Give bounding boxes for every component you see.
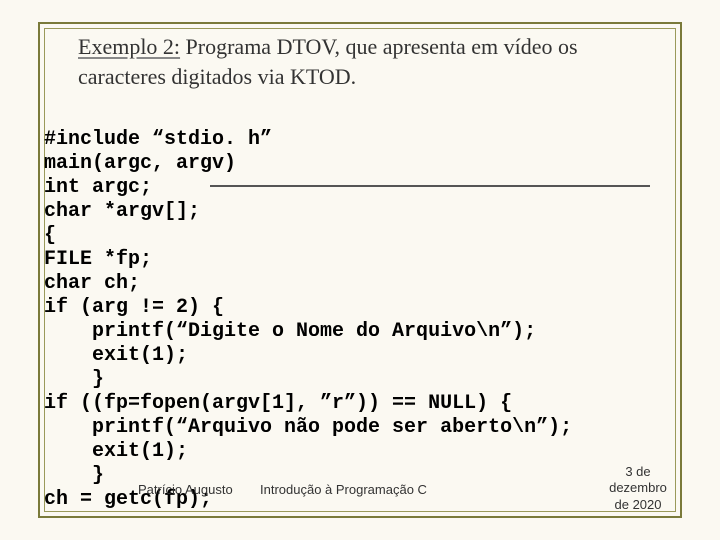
footer-author: Patrício Augusto xyxy=(138,482,233,497)
footer-date-line2: dezembro xyxy=(609,480,667,495)
title-line2: caracteres digitados via KTOD. xyxy=(78,64,356,89)
footer-course: Introdução à Programação C xyxy=(260,482,427,497)
footer-date-line1: 3 de xyxy=(625,464,650,479)
title-ex-label: Exemplo 2: xyxy=(78,34,180,59)
code-block: #include “stdio. h” main(argc, argv) int… xyxy=(44,128,572,512)
footer-date-line3: de 2020 xyxy=(615,497,662,512)
title-line1-rest: Programa DTOV, que apresenta em vídeo os xyxy=(180,34,578,59)
slide-title: Exemplo 2: Programa DTOV, que apresenta … xyxy=(78,32,668,91)
footer-date: 3 de dezembro de 2020 xyxy=(598,464,678,513)
